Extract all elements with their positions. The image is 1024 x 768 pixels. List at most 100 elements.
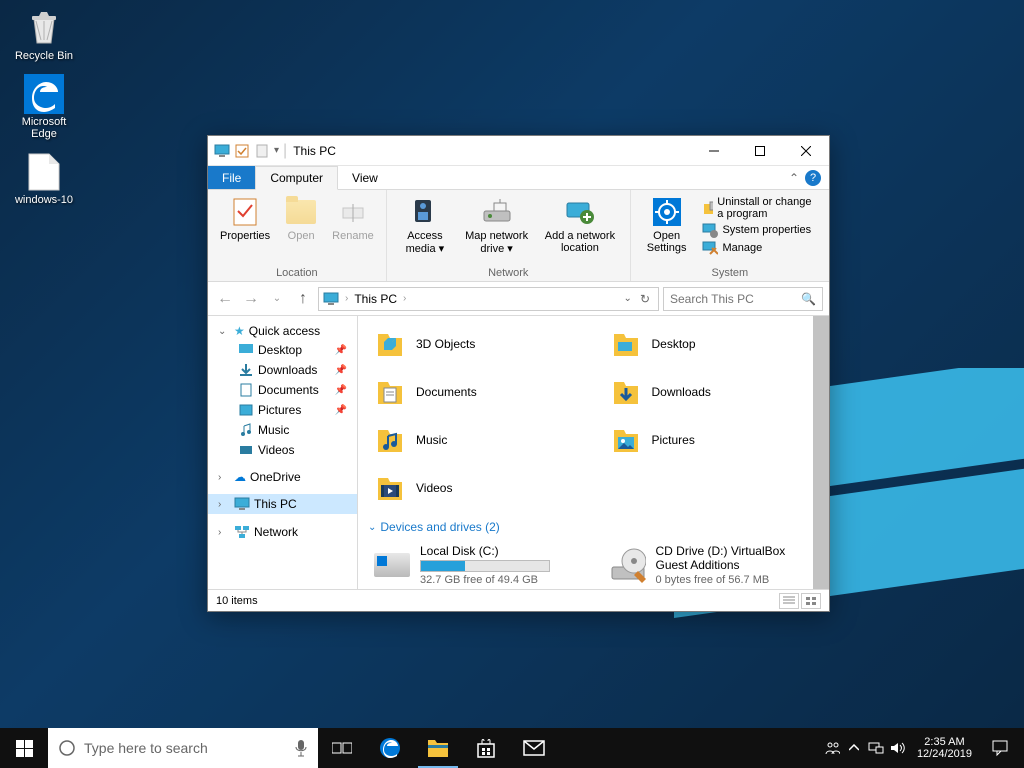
explorer-body: ⌄★Quick access Desktop📌 Downloads📌 Docum… xyxy=(208,316,829,589)
tree-videos[interactable]: Videos xyxy=(208,440,357,460)
tray-notifications-icon[interactable] xyxy=(980,728,1020,768)
folder-item[interactable]: Documents xyxy=(368,370,584,414)
tree-onedrive[interactable]: ›☁OneDrive xyxy=(208,468,357,486)
manage-icon xyxy=(702,240,718,256)
open-icon xyxy=(285,196,317,228)
tree-music[interactable]: Music xyxy=(208,420,357,440)
task-view-button[interactable] xyxy=(318,728,366,768)
desktop-icon xyxy=(238,342,254,358)
content-pane[interactable]: 3D Objects Desktop Documents Downloads Music… xyxy=(358,316,829,589)
tree-desktop[interactable]: Desktop📌 xyxy=(208,340,357,360)
desktop-icon-recycle-bin[interactable]: Recycle Bin xyxy=(8,6,80,64)
folder-item[interactable]: Desktop xyxy=(604,322,820,366)
collapse-ribbon-icon[interactable]: ⌃ xyxy=(789,171,799,185)
folder-label: Desktop xyxy=(652,337,696,351)
settings-icon xyxy=(651,196,683,228)
edge-icon xyxy=(24,74,64,114)
music-icon xyxy=(238,422,254,438)
qat-icons: ▾ | xyxy=(214,142,287,160)
pictures-icon xyxy=(238,402,254,418)
tab-view[interactable]: View xyxy=(338,166,392,189)
view-large-icon[interactable] xyxy=(801,593,821,609)
start-button[interactable] xyxy=(0,728,48,768)
drive-cd[interactable]: CD Drive (D:) VirtualBox Guest Additions… xyxy=(604,540,820,589)
qat-item-icon[interactable] xyxy=(234,143,250,159)
tab-file[interactable]: File xyxy=(208,166,255,189)
ribbon-access-media[interactable]: Access media ▾ xyxy=(393,192,457,265)
cortana-icon xyxy=(58,739,76,757)
ribbon-rename[interactable]: Rename xyxy=(326,192,380,265)
ribbon-open-settings[interactable]: Open Settings xyxy=(637,192,697,265)
pin-icon: 📌 xyxy=(335,405,347,416)
folder-icon xyxy=(608,374,644,410)
taskbar-edge[interactable] xyxy=(366,728,414,768)
tree-pictures[interactable]: Pictures📌 xyxy=(208,400,357,420)
navigation-pane[interactable]: ⌄★Quick access Desktop📌 Downloads📌 Docum… xyxy=(208,316,358,589)
this-pc-icon xyxy=(234,496,250,512)
this-pc-icon xyxy=(323,291,339,307)
search-input[interactable]: Search This PC 🔍 xyxy=(663,287,823,311)
view-details-icon[interactable] xyxy=(779,593,799,609)
folder-icon xyxy=(372,374,408,410)
disk-icon xyxy=(372,545,412,585)
folder-item[interactable]: Music xyxy=(368,418,584,462)
ribbon-properties[interactable]: Properties xyxy=(214,192,276,265)
scrollbar[interactable] xyxy=(813,316,829,589)
tray-clock[interactable]: 2:35 AM 12/24/2019 xyxy=(909,736,980,760)
tree-network[interactable]: ›Network xyxy=(208,522,357,542)
pin-icon: 📌 xyxy=(335,385,347,396)
address-bar[interactable]: › This PC › ⌄ ↻ xyxy=(318,287,659,311)
tree-quick-access[interactable]: ⌄★Quick access xyxy=(208,322,357,340)
nav-bar: ← → ⌄ ↑ › This PC › ⌄ ↻ Search This PC 🔍 xyxy=(208,282,829,316)
ribbon-add-location[interactable]: Add a network location xyxy=(536,192,624,265)
ribbon-group-label: Network xyxy=(387,267,630,281)
folder-item[interactable]: Pictures xyxy=(604,418,820,462)
refresh-icon[interactable]: ↻ xyxy=(640,292,650,306)
taskbar-mail[interactable] xyxy=(510,728,558,768)
taskbar-store[interactable] xyxy=(462,728,510,768)
drive-local-disk[interactable]: Local Disk (C:) 32.7 GB free of 49.4 GB xyxy=(368,540,584,589)
folder-label: Videos xyxy=(416,481,452,495)
taskbar-explorer[interactable] xyxy=(414,728,462,768)
rename-icon xyxy=(337,196,369,228)
close-button[interactable] xyxy=(783,136,829,165)
folder-item[interactable]: Videos xyxy=(368,466,584,510)
ribbon-uninstall[interactable]: Uninstall or change a program xyxy=(702,196,817,220)
titlebar[interactable]: ▾ | This PC xyxy=(208,136,829,166)
tray-overflow-icon[interactable] xyxy=(843,728,865,768)
qat-item-icon[interactable] xyxy=(254,143,270,159)
folder-item[interactable]: 3D Objects xyxy=(368,322,584,366)
explorer-window: ▾ | This PC File Computer View ⌃ ? Prope… xyxy=(207,135,830,612)
breadcrumb[interactable]: This PC xyxy=(354,292,397,306)
tree-this-pc[interactable]: ›This PC xyxy=(208,494,357,514)
tray-people-icon[interactable] xyxy=(821,728,843,768)
ribbon-open[interactable]: Open xyxy=(276,192,326,265)
addr-dropdown-icon[interactable]: ⌄ xyxy=(624,293,632,304)
maximize-button[interactable] xyxy=(737,136,783,165)
mic-icon[interactable] xyxy=(294,739,308,757)
help-icon[interactable]: ? xyxy=(805,170,821,186)
back-button[interactable]: ← xyxy=(214,288,236,310)
minimize-button[interactable] xyxy=(691,136,737,165)
tray-network-icon[interactable] xyxy=(865,728,887,768)
search-placeholder: Type here to search xyxy=(84,740,208,756)
taskbar-search[interactable]: Type here to search xyxy=(48,728,318,768)
folder-item[interactable]: Downloads xyxy=(604,370,820,414)
up-button[interactable]: ↑ xyxy=(292,288,314,310)
tree-documents[interactable]: Documents📌 xyxy=(208,380,357,400)
window-title: This PC xyxy=(293,144,336,158)
tray-volume-icon[interactable] xyxy=(887,728,909,768)
forward-button[interactable]: → xyxy=(240,288,262,310)
ribbon-map-drive[interactable]: Map network drive ▾ xyxy=(457,192,536,265)
ribbon-system-properties[interactable]: System properties xyxy=(702,222,817,238)
recent-dropdown[interactable]: ⌄ xyxy=(266,288,288,310)
tab-computer[interactable]: Computer xyxy=(255,166,338,190)
desktop-icon-file[interactable]: windows-10 xyxy=(8,150,80,208)
desktop-icon-edge[interactable]: Microsoft Edge xyxy=(8,72,80,142)
tree-downloads[interactable]: Downloads📌 xyxy=(208,360,357,380)
folder-label: Downloads xyxy=(652,385,711,399)
devices-header[interactable]: ⌄Devices and drives (2) xyxy=(368,520,819,534)
desktop: Recycle Bin Microsoft Edge windows-10 ▾ … xyxy=(0,0,1024,768)
ribbon-manage[interactable]: Manage xyxy=(702,240,817,256)
taskbar: Type here to search 2:35 AM 12/24/2019 xyxy=(0,728,1024,768)
